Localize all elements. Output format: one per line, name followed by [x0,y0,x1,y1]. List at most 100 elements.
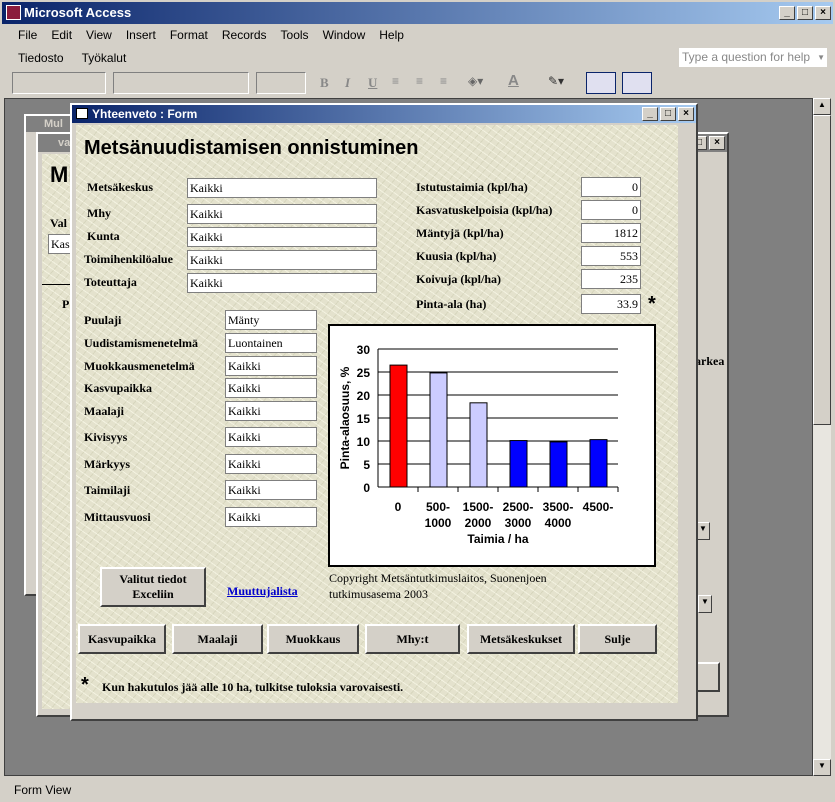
chevron-down-icon[interactable]: ▼ [817,48,825,67]
filter-input[interactable]: Kaikki [225,356,317,376]
menu-insert[interactable]: Insert [126,28,156,42]
filter-input[interactable]: Kaikki [225,427,317,447]
filter-input[interactable]: Kaikki [225,378,317,398]
scroll-up-button[interactable]: ▲ [813,98,831,115]
menu-tools[interactable]: Tools [281,28,309,42]
fill-color-icon[interactable]: ◈▾ [468,74,483,88]
status-bar: Form View [0,780,835,802]
app-title-bar: Microsoft Access _ □ × [2,2,833,24]
filter-label: Kivisyys [84,430,128,444]
muuttujalista-link[interactable]: Muuttujalista [227,584,298,599]
font-size-combo[interactable] [256,72,306,94]
bg-group-label: P [62,297,70,311]
asterisk: * [648,293,656,315]
close-button[interactable]: × [678,107,694,121]
align-left-icon[interactable]: ≡ [392,74,399,88]
stat-value: 0 [581,200,641,220]
y-tick-label: 10 [357,435,371,449]
close-button[interactable]: × [815,6,831,20]
menu-edit[interactable]: Edit [51,28,72,42]
filter-input[interactable]: Luontainen [225,333,317,353]
custom-menu-item[interactable]: Tiedosto [18,51,64,65]
border-icon[interactable] [586,72,616,94]
vertical-scrollbar[interactable]: ▲ ▼ [813,98,831,776]
align-right-icon[interactable]: ≡ [440,74,447,88]
field-label: Metsäkeskus [87,180,154,194]
menu-window[interactable]: Window [323,28,366,42]
line-color-icon[interactable]: ✎▾ [548,74,564,88]
filter-input[interactable]: Kaikki [225,454,317,474]
x-tick-label: 4000 [545,516,572,530]
font-combo[interactable] [113,72,249,94]
field-label: Mhy [87,206,111,220]
footnote-text: Kun hakutulos jää alle 10 ha, tulkitse t… [102,680,404,694]
special-effect-icon[interactable] [622,72,652,94]
y-tick-label: 0 [363,481,370,495]
field-input-metsäkeskus[interactable]: Kaikki [187,178,377,198]
font-color-icon[interactable]: A [508,72,519,89]
field-input-toimihenkilöalue[interactable]: Kaikki [187,250,377,270]
button-muokkaus[interactable]: Muokkaus [267,624,359,654]
y-tick-label: 30 [357,343,371,357]
minimize-button[interactable]: _ [642,107,658,121]
bar-chart[interactable]: 0 5 10 15 20 25 30 0 500- 1000 1500- 2000 2500- 3000 3… [328,324,656,567]
italic-button[interactable]: I [345,75,350,91]
field-input-kunta[interactable]: Kaikki [187,227,377,247]
maximize-button[interactable]: □ [660,107,676,121]
filter-input[interactable]: Kaikki [225,507,317,527]
x-tick-label: 1500- [463,500,494,514]
menu-file[interactable]: File [18,28,37,42]
filter-label: Mittausvuosi [84,510,151,524]
copyright-text: Copyright Metsäntutkimuslaitos, Suonenjo… [329,571,547,601]
bar-500-1000 [429,372,448,488]
object-combo[interactable] [12,72,106,94]
maximize-button[interactable]: □ [797,6,813,20]
button-mhyt[interactable]: Mhy:t [365,624,460,654]
dropdown-button[interactable]: ▼ [696,522,710,540]
filter-label: Uudistamismenetelmä [84,336,198,350]
stat-label: Pinta-ala (ha) [416,297,487,311]
x-tick-label: 4500- [583,500,614,514]
x-tick-label: 0 [395,500,402,514]
custom-menu-item[interactable]: Työkalut [82,51,127,65]
scroll-thumb[interactable] [813,115,831,425]
menu-records[interactable]: Records [222,28,267,42]
filter-label: Muokkausmenetelmä [84,359,195,373]
menu-view[interactable]: View [86,28,112,42]
stat-label: Mäntyjä (kpl/ha) [416,226,504,240]
x-tick-label: 500- [426,500,450,514]
filter-input[interactable]: Kaikki [225,401,317,421]
button-kasvupaikka[interactable]: Kasvupaikka [78,624,166,654]
button-metsäkeskukset[interactable]: Metsäkeskukset [467,624,575,654]
dropdown-button[interactable]: ▼ [698,595,712,613]
bg-label: Val [50,216,67,230]
filter-label: Maalaji [84,404,124,418]
menu-help[interactable]: Help [379,28,404,42]
help-search-input[interactable]: Type a question for help ▼ [679,48,827,67]
button-maalaji[interactable]: Maalaji [172,624,263,654]
window-title: va [58,137,71,149]
app-title: Microsoft Access [24,5,132,20]
align-center-icon[interactable]: ≡ [416,74,423,88]
filter-input[interactable]: Kaikki [225,480,317,500]
excel-export-button[interactable]: Valitut tiedot Exceliin [100,567,206,607]
bar-4500- [589,439,608,488]
underline-button[interactable]: U [368,75,377,91]
filter-input[interactable]: Mänty [225,310,317,330]
menu-format[interactable]: Format [170,28,208,42]
scroll-down-button[interactable]: ▼ [813,759,831,776]
minimize-button[interactable]: _ [779,6,795,20]
bar-2500-3000 [509,440,528,488]
x-axis-label: Taimia / ha [467,532,528,546]
bold-button[interactable]: B [320,75,329,91]
button-sulje[interactable]: Sulje [578,624,657,654]
field-input-toteuttaja[interactable]: Kaikki [187,273,377,293]
formatting-toolbar: B I U ≡ ≡ ≡ ◈▾ A ✎▾ [0,70,835,96]
close-button[interactable]: × [709,136,725,150]
filter-label: Kasvupaikka [84,381,153,395]
stat-label: Istutustaimia (kpl/ha) [416,180,528,194]
field-input-mhy[interactable]: Kaikki [187,204,377,224]
footnote-asterisk: * [81,674,89,696]
field-label: Toimihenkilöalue [84,252,173,266]
stat-label: Kuusia (kpl/ha) [416,249,497,263]
